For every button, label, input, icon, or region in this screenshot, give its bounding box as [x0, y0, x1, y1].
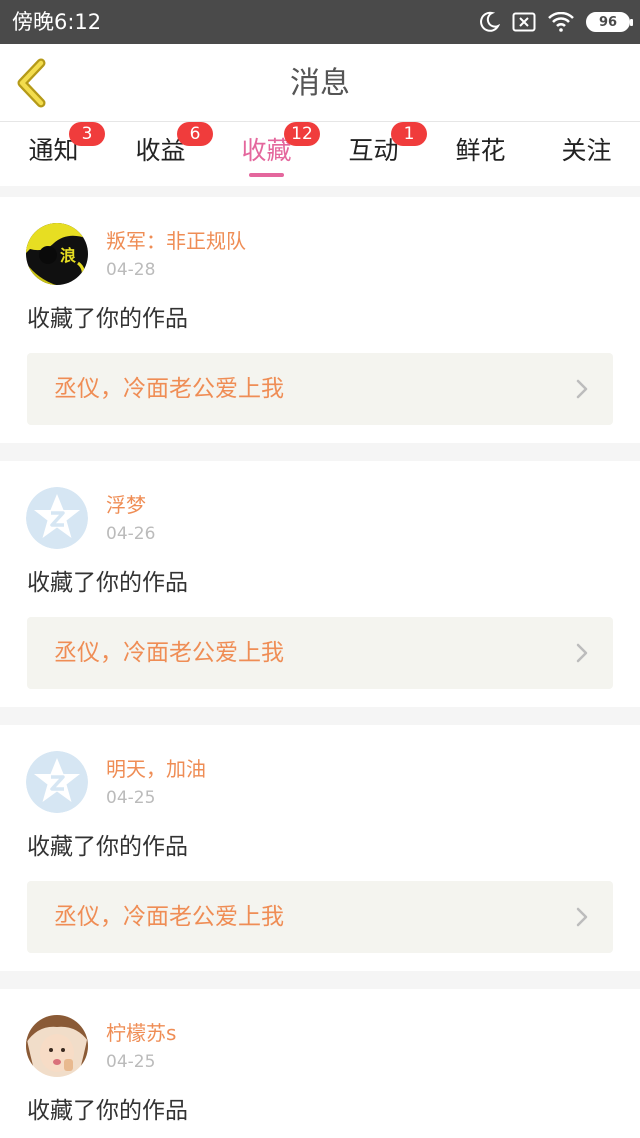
wifi-icon: [548, 12, 574, 32]
message-text: 收藏了你的作品: [27, 834, 188, 860]
tab-flowers[interactable]: 鲜花: [427, 122, 534, 186]
moon-icon: [480, 11, 500, 32]
tab-notifications[interactable]: 通知 3: [0, 122, 107, 186]
tab-bar: 通知 3 收益 6 收藏 12 互动 1 鲜花 关注: [0, 122, 640, 186]
tab-favorites[interactable]: 收藏 12: [213, 122, 320, 186]
active-tab-indicator: [249, 173, 284, 177]
message-date: 04-26: [106, 524, 156, 544]
message-date: 04-28: [106, 260, 156, 280]
sim-x-icon: [512, 12, 536, 32]
sender-name[interactable]: 柠檬苏s: [106, 1019, 176, 1047]
work-title: 丞仪，冷面老公爱上我: [54, 640, 284, 666]
message-text: 收藏了你的作品: [27, 306, 188, 332]
tab-label: 鲜花: [455, 136, 506, 165]
tab-label: 收藏: [241, 136, 292, 165]
message-card: 浪 叛军：非正规队 04-28 收藏了你的作品 丞仪，冷面老公爱上我: [0, 197, 640, 443]
unread-badge: 1: [391, 122, 427, 146]
status-bar: 傍晚6:12 96: [0, 0, 640, 44]
sender-name[interactable]: 叛军：非正规队: [106, 227, 246, 255]
tab-following[interactable]: 关注: [533, 122, 640, 186]
work-link[interactable]: 丞仪，冷面老公爱上我: [27, 617, 613, 689]
unread-badge: 6: [177, 122, 213, 146]
tab-label: 互动: [348, 136, 399, 165]
tab-interactions[interactable]: 互动 1: [320, 122, 427, 186]
message-card: 浮梦 04-26 收藏了你的作品 丞仪，冷面老公爱上我: [0, 461, 640, 707]
message-date: 04-25: [106, 1052, 156, 1072]
nav-bar: 消息: [0, 44, 640, 122]
work-link[interactable]: 丞仪，冷面老公爱上我: [27, 881, 613, 953]
avatar[interactable]: 浪: [26, 223, 88, 285]
message-card: 明天，加油 04-25 收藏了你的作品 丞仪，冷面老公爱上我: [0, 725, 640, 971]
message-card: 柠檬苏s 04-25 收藏了你的作品: [0, 989, 640, 1138]
default-avatar-icon: [26, 487, 88, 549]
work-title: 丞仪，冷面老公爱上我: [54, 904, 284, 930]
battery-icon: 96: [586, 12, 633, 32]
tab-earnings[interactable]: 收益 6: [107, 122, 214, 186]
sender-name[interactable]: 浮梦: [106, 491, 146, 519]
status-icons: 96: [478, 9, 633, 35]
chevron-right-icon: [576, 379, 588, 399]
default-avatar-icon: [26, 751, 88, 813]
sender-name[interactable]: 明天，加油: [106, 755, 206, 783]
message-text: 收藏了你的作品: [27, 1098, 188, 1124]
avatar[interactable]: [26, 1015, 88, 1077]
message-text: 收藏了你的作品: [27, 570, 188, 596]
page-title: 消息: [290, 66, 350, 101]
chevron-right-icon: [576, 643, 588, 663]
tab-label: 关注: [561, 136, 612, 165]
chevron-right-icon: [576, 907, 588, 927]
status-time: 傍晚6:12: [12, 10, 102, 34]
unread-badge: 12: [284, 122, 320, 146]
avatar-text: 浪: [60, 246, 76, 265]
work-title: 丞仪，冷面老公爱上我: [54, 376, 284, 402]
unread-badge: 3: [69, 122, 105, 146]
battery-level: 96: [598, 14, 618, 30]
avatar[interactable]: [26, 487, 88, 549]
avatar[interactable]: [26, 751, 88, 813]
message-date: 04-25: [106, 788, 156, 808]
work-link[interactable]: 丞仪，冷面老公爱上我: [27, 353, 613, 425]
